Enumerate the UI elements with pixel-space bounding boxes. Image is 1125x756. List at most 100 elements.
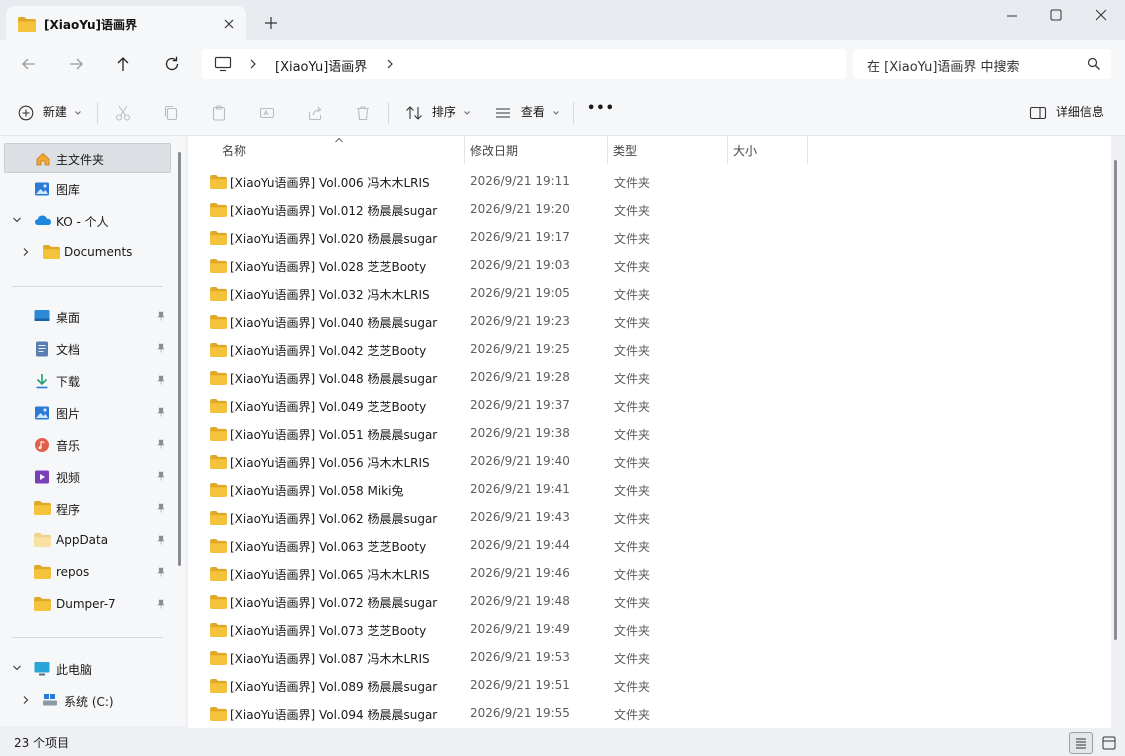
minimize-icon[interactable] <box>992 4 1032 28</box>
file-name[interactable]: [XiaoYu语画界] Vol.094 杨晨晨sugar <box>230 706 437 723</box>
cut-icon[interactable] <box>114 104 132 122</box>
sidebar-item-this-pc[interactable]: 此电脑 <box>0 654 172 684</box>
sidebar-item-home[interactable]: 主文件夹 <box>4 143 171 173</box>
file-name[interactable]: [XiaoYu语画界] Vol.058 Miki兔 <box>230 482 403 499</box>
sidebar-item-desktop[interactable]: 桌面 <box>0 302 172 332</box>
column-header-name[interactable]: 名称 <box>210 136 466 164</box>
file-row[interactable]: [XiaoYu语画界] Vol.006 冯木木LRIS 2026/9/21 19:… <box>188 168 1111 196</box>
file-row[interactable]: [XiaoYu语画界] Vol.094 杨晨晨sugar 2026/9/21 19… <box>188 700 1111 728</box>
back-arrow-icon[interactable] <box>18 53 40 75</box>
file-row[interactable]: [XiaoYu语画界] Vol.058 Miki兔 2026/9/21 19:41… <box>188 476 1111 504</box>
sidebar-item-gallery[interactable]: 图库 <box>0 174 172 204</box>
new-tab-icon[interactable] <box>262 14 280 32</box>
file-row[interactable]: [XiaoYu语画界] Vol.049 芝芝Booty 2026/9/21 19:… <box>188 392 1111 420</box>
pin-icon[interactable] <box>156 439 166 449</box>
maximize-icon[interactable] <box>1036 4 1076 28</box>
rename-icon[interactable] <box>258 104 276 122</box>
column-divider[interactable] <box>807 136 808 164</box>
file-name[interactable]: [XiaoYu语画界] Vol.051 杨晨晨sugar <box>230 426 437 443</box>
tab-current[interactable]: [XiaoYu]语画界 <box>6 6 246 40</box>
more-options-button[interactable]: ••• <box>587 101 615 116</box>
breadcrumb-folder[interactable]: [XiaoYu]语画界 <box>275 56 367 75</box>
sidebar-item-appdata[interactable]: AppData <box>0 526 172 556</box>
search-box[interactable]: 在 [XiaoYu]语画界 中搜索 <box>853 49 1111 79</box>
file-name[interactable]: [XiaoYu语画界] Vol.056 冯木木LRIS <box>230 454 430 471</box>
address-bar[interactable]: [XiaoYu]语画界 <box>202 49 846 79</box>
chevron-down-icon[interactable] <box>12 215 22 225</box>
sidebar-item-system-drive[interactable]: 系统 (C:) <box>0 686 172 716</box>
pin-icon[interactable] <box>156 471 166 481</box>
file-row[interactable]: [XiaoYu语画界] Vol.032 冯木木LRIS 2026/9/21 19:… <box>188 280 1111 308</box>
search-placeholder[interactable]: 在 [XiaoYu]语画界 中搜索 <box>867 56 1020 75</box>
file-row[interactable]: [XiaoYu语画界] Vol.063 芝芝Booty 2026/9/21 19:… <box>188 532 1111 560</box>
details-view-icon[interactable] <box>1069 732 1093 754</box>
file-name[interactable]: [XiaoYu语画界] Vol.089 杨晨晨sugar <box>230 678 437 695</box>
sidebar-item-videos[interactable]: 视频 <box>0 462 172 492</box>
file-row[interactable]: [XiaoYu语画界] Vol.040 杨晨晨sugar 2026/9/21 19… <box>188 308 1111 336</box>
pin-icon[interactable] <box>156 343 166 353</box>
column-header-type[interactable]: 类型 <box>607 136 727 164</box>
file-name[interactable]: [XiaoYu语画界] Vol.012 杨晨晨sugar <box>230 202 437 219</box>
file-name[interactable]: [XiaoYu语画界] Vol.049 芝芝Booty <box>230 398 426 415</box>
sidebar-item-onedrive[interactable]: KO - 个人 <box>0 206 172 236</box>
file-name[interactable]: [XiaoYu语画界] Vol.028 芝芝Booty <box>230 258 426 275</box>
pin-icon[interactable] <box>156 375 166 385</box>
file-name[interactable]: [XiaoYu语画界] Vol.087 冯木木LRIS <box>230 650 430 667</box>
up-arrow-icon[interactable] <box>112 53 134 75</box>
sidebar-item-downloads[interactable]: 下载 <box>0 366 172 396</box>
new-button[interactable]: 新建 <box>18 103 82 121</box>
sidebar-item-dumper[interactable]: Dumper-7 <box>0 590 172 620</box>
file-row[interactable]: [XiaoYu语画界] Vol.048 杨晨晨sugar 2026/9/21 19… <box>188 364 1111 392</box>
file-row[interactable]: [XiaoYu语画界] Vol.087 冯木木LRIS 2026/9/21 19:… <box>188 644 1111 672</box>
pin-icon[interactable] <box>156 407 166 417</box>
tiles-view-icon[interactable] <box>1098 732 1120 754</box>
refresh-icon[interactable] <box>161 53 183 75</box>
file-name[interactable]: [XiaoYu语画界] Vol.065 冯木木LRIS <box>230 566 430 583</box>
pin-icon[interactable] <box>156 567 166 577</box>
file-row[interactable]: [XiaoYu语画界] Vol.051 杨晨晨sugar 2026/9/21 19… <box>188 420 1111 448</box>
paste-icon[interactable] <box>210 104 228 122</box>
sidebar-item-programs[interactable]: 程序 <box>0 494 172 524</box>
sort-button[interactable]: 排序 <box>405 103 471 121</box>
chevron-right-icon[interactable] <box>21 695 31 705</box>
delete-icon[interactable] <box>354 104 372 122</box>
file-row[interactable]: [XiaoYu语画界] Vol.028 芝芝Booty 2026/9/21 19:… <box>188 252 1111 280</box>
copy-icon[interactable] <box>162 104 180 122</box>
sidebar-item-docs[interactable]: 文档 <box>0 334 172 364</box>
close-tab-icon[interactable] <box>220 15 238 33</box>
details-button[interactable]: 详细信息 <box>1029 103 1104 121</box>
column-header-size[interactable]: 大小 <box>727 136 807 164</box>
file-name[interactable]: [XiaoYu语画界] Vol.040 杨晨晨sugar <box>230 314 437 331</box>
file-name[interactable]: [XiaoYu语画界] Vol.062 杨晨晨sugar <box>230 510 437 527</box>
file-row[interactable]: [XiaoYu语画界] Vol.020 杨晨晨sugar 2026/9/21 19… <box>188 224 1111 252</box>
file-name[interactable]: [XiaoYu语画界] Vol.042 芝芝Booty <box>230 342 426 359</box>
file-row[interactable]: [XiaoYu语画界] Vol.042 芝芝Booty 2026/9/21 19:… <box>188 336 1111 364</box>
file-row[interactable]: [XiaoYu语画界] Vol.012 杨晨晨sugar 2026/9/21 19… <box>188 196 1111 224</box>
file-row[interactable]: [XiaoYu语画界] Vol.089 杨晨晨sugar 2026/9/21 19… <box>188 672 1111 700</box>
pin-icon[interactable] <box>156 503 166 513</box>
chevron-right-icon[interactable] <box>385 58 395 70</box>
file-row[interactable]: [XiaoYu语画界] Vol.065 冯木木LRIS 2026/9/21 19:… <box>188 560 1111 588</box>
file-name[interactable]: [XiaoYu语画界] Vol.048 杨晨晨sugar <box>230 370 437 387</box>
share-icon[interactable] <box>306 104 324 122</box>
chevron-down-icon[interactable] <box>12 663 22 673</box>
sidebar-item-pictures[interactable]: 图片 <box>0 398 172 428</box>
sidebar-item-repos[interactable]: repos <box>0 558 172 588</box>
file-name[interactable]: [XiaoYu语画界] Vol.020 杨晨晨sugar <box>230 230 437 247</box>
forward-arrow-icon[interactable] <box>65 53 87 75</box>
column-header-date[interactable]: 修改日期 <box>464 136 607 164</box>
file-name[interactable]: [XiaoYu语画界] Vol.006 冯木木LRIS <box>230 174 430 191</box>
pin-icon[interactable] <box>156 311 166 321</box>
file-row[interactable]: [XiaoYu语画界] Vol.072 杨晨晨sugar 2026/9/21 19… <box>188 588 1111 616</box>
close-window-icon[interactable] <box>1081 4 1121 28</box>
chevron-right-icon[interactable] <box>248 58 258 70</box>
file-list-scrollbar[interactable] <box>1114 160 1117 640</box>
file-name[interactable]: [XiaoYu语画界] Vol.032 冯木木LRIS <box>230 286 430 303</box>
view-button[interactable]: 查看 <box>494 103 560 121</box>
file-row[interactable]: [XiaoYu语画界] Vol.062 杨晨晨sugar 2026/9/21 19… <box>188 504 1111 532</box>
file-name[interactable]: [XiaoYu语画界] Vol.073 芝芝Booty <box>230 622 426 639</box>
sidebar-item-music[interactable]: 音乐 <box>0 430 172 460</box>
file-name[interactable]: [XiaoYu语画界] Vol.063 芝芝Booty <box>230 538 426 555</box>
chevron-right-icon[interactable] <box>21 247 31 257</box>
file-row[interactable]: [XiaoYu语画界] Vol.073 芝芝Booty 2026/9/21 19:… <box>188 616 1111 644</box>
